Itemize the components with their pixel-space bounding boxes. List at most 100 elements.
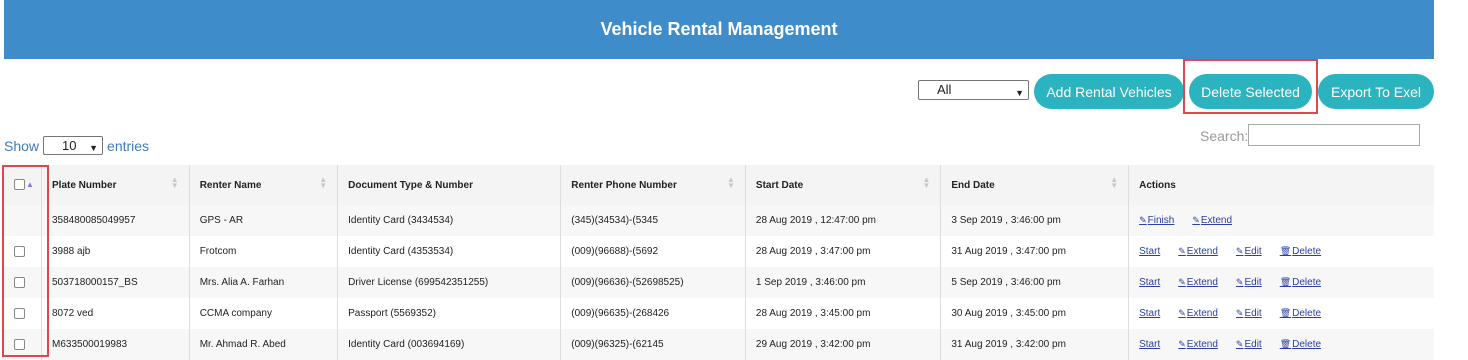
sort-icon: ▲ ▼ xyxy=(1110,175,1119,190)
entries-length-control: Show 10 ▼ entries xyxy=(4,136,149,155)
search-label: Search: xyxy=(1200,128,1249,144)
sort-icon: ▲ ▼ xyxy=(319,175,328,190)
extend-link[interactable]: ✎Extend xyxy=(1192,215,1232,226)
trash-icon: 🗑 xyxy=(1279,277,1292,287)
end-date-cell: 31 Aug 2019 , 3:42:00 pm xyxy=(940,329,1130,360)
action-label: Edit xyxy=(1244,308,1262,319)
start-date-cell: 28 Aug 2019 , 3:45:00 pm xyxy=(745,298,942,329)
extend-link[interactable]: ✎Extend xyxy=(1178,277,1218,288)
header-phone[interactable]: Renter Phone Number ▲ ▼ xyxy=(560,165,746,205)
edit-icon: ✎ xyxy=(1139,215,1147,225)
search-input[interactable] xyxy=(1248,124,1420,146)
renter-name-cell: GPS - AR xyxy=(189,205,339,236)
edit-icon: ✎ xyxy=(1178,339,1186,349)
edit-icon: ✎ xyxy=(1192,215,1200,225)
table-row: 503718000157_BS Mrs. Alia A. Farhan Driver… xyxy=(4,267,1434,298)
add-rental-vehicles-button[interactable]: Add Rental Vehicles xyxy=(1034,74,1184,109)
action-label: Finish xyxy=(1147,215,1175,226)
header-label: Start Date xyxy=(755,179,804,191)
action-label: Start xyxy=(1139,246,1161,257)
delete-link[interactable]: 🗑Delete xyxy=(1280,308,1321,319)
edit-link[interactable]: ✎Edit xyxy=(1236,246,1262,257)
plate-number-cell: 358480085049957 xyxy=(41,205,190,236)
end-date-cell: 3 Sep 2019 , 3:46:00 pm xyxy=(940,205,1130,236)
edit-link[interactable]: ✎Edit xyxy=(1236,339,1262,350)
action-label: Extend xyxy=(1186,277,1218,288)
header-plate-number[interactable]: Plate Number ▲ ▼ xyxy=(41,165,190,205)
header-label: Document Type & Number xyxy=(348,179,473,191)
edit-icon: ✎ xyxy=(1235,246,1244,256)
table-body: 358480085049957 GPS - AR Identity Card (34… xyxy=(4,205,1434,360)
document-cell: Identity Card (3434534) xyxy=(337,205,562,236)
action-label: Delete xyxy=(1292,308,1322,319)
plate-number-cell: 3988 ajb xyxy=(41,236,190,267)
start-link[interactable]: Start xyxy=(1139,308,1160,319)
start-date-cell: 28 Aug 2019 , 12:47:00 pm xyxy=(745,205,942,236)
header-end-date[interactable]: End Date ▲ ▼ xyxy=(940,165,1130,205)
header-renter-name[interactable]: Renter Name ▲ ▼ xyxy=(189,165,339,205)
end-date-cell: 5 Sep 2019 , 3:46:00 pm xyxy=(940,267,1130,298)
finish-link[interactable]: ✎Finish xyxy=(1139,215,1174,226)
export-button[interactable]: Export To Exel xyxy=(1318,74,1434,109)
header-label: Renter Name xyxy=(199,179,262,191)
sort-icon: ▲ ▼ xyxy=(170,175,179,190)
start-link[interactable]: Start xyxy=(1139,246,1160,257)
highlight-box-checkbox-column xyxy=(2,165,49,357)
table-header-row: ▲ Plate Number ▲ ▼ Renter Name ▲ ▼ Document … xyxy=(4,165,1434,205)
page-title: Vehicle Rental Management xyxy=(600,19,838,39)
document-cell: Identity Card (003694169) xyxy=(337,329,562,360)
start-link[interactable]: Start xyxy=(1139,277,1160,288)
header-actions: Actions xyxy=(1128,165,1434,205)
actions-cell: Start ✎Extend ✎Edit 🗑Delete xyxy=(1129,329,1434,360)
extend-link[interactable]: ✎Extend xyxy=(1178,246,1218,257)
header-start-date[interactable]: Start Date ▲ ▼ xyxy=(745,165,942,205)
action-label: Start xyxy=(1139,308,1161,319)
edit-icon: ✎ xyxy=(1235,339,1244,349)
delete-link[interactable]: 🗑Delete xyxy=(1280,246,1321,257)
header-document[interactable]: Document Type & Number xyxy=(337,165,562,205)
action-label: Delete xyxy=(1292,246,1322,257)
action-label: Extend xyxy=(1186,246,1218,257)
phone-cell: (009)(96635)-(268426 xyxy=(560,298,746,329)
renter-name-cell: Mrs. Alia A. Farhan xyxy=(189,267,339,298)
table-row: 358480085049957 GPS - AR Identity Card (34… xyxy=(4,205,1434,236)
phone-cell: (009)(96325)-(62145 xyxy=(560,329,746,360)
delete-link[interactable]: 🗑Delete xyxy=(1280,339,1321,350)
filter-select-value: All xyxy=(937,82,952,97)
header-label: Renter Phone Number xyxy=(571,179,677,191)
extend-link[interactable]: ✎Extend xyxy=(1178,339,1218,350)
table-row: M633500019983 Mr. Ahmad R. Abed Identity C… xyxy=(4,329,1434,360)
edit-icon: ✎ xyxy=(1178,277,1186,287)
plate-number-cell: 503718000157_BS xyxy=(41,267,190,298)
edit-link[interactable]: ✎Edit xyxy=(1236,277,1262,288)
chevron-down-icon: ▼ xyxy=(89,143,99,153)
start-link[interactable]: Start xyxy=(1139,339,1160,350)
table-row: 8072 ved CCMA company Passport (5569352) (0… xyxy=(4,298,1434,329)
action-label: Edit xyxy=(1244,246,1262,257)
phone-cell: (009)(96688)-(5692 xyxy=(560,236,746,267)
sort-icon: ▲ ▼ xyxy=(726,175,735,190)
action-label: Extend xyxy=(1186,339,1218,350)
filter-select[interactable]: All ▼ xyxy=(918,80,1029,100)
rentals-table: ▲ Plate Number ▲ ▼ Renter Name ▲ ▼ Document … xyxy=(4,165,1434,360)
action-label: Extend xyxy=(1200,215,1233,226)
renter-name-cell: Mr. Ahmad R. Abed xyxy=(189,329,339,360)
plate-number-cell: M633500019983 xyxy=(41,329,190,360)
renter-name-cell: Frotcom xyxy=(189,236,339,267)
document-cell: Driver License (699542351255) xyxy=(337,267,562,298)
highlight-box-delete-selected xyxy=(1183,59,1318,114)
chevron-down-icon: ▼ xyxy=(1015,88,1024,98)
action-label: Delete xyxy=(1292,339,1322,350)
start-date-cell: 1 Sep 2019 , 3:46:00 pm xyxy=(745,267,942,298)
header-label: End Date xyxy=(951,179,995,191)
actions-cell: Start ✎Extend ✎Edit 🗑Delete xyxy=(1129,298,1434,329)
header-label: Actions xyxy=(1139,179,1176,191)
extend-link[interactable]: ✎Extend xyxy=(1178,308,1218,319)
page-header: Vehicle Rental Management xyxy=(4,0,1434,59)
entries-length-select[interactable]: 10 ▼ xyxy=(43,136,104,155)
delete-link[interactable]: 🗑Delete xyxy=(1280,277,1321,288)
end-date-cell: 31 Aug 2019 , 3:47:00 pm xyxy=(940,236,1130,267)
action-label: Extend xyxy=(1186,308,1218,319)
edit-link[interactable]: ✎Edit xyxy=(1236,308,1262,319)
document-cell: Passport (5569352) xyxy=(337,298,562,329)
